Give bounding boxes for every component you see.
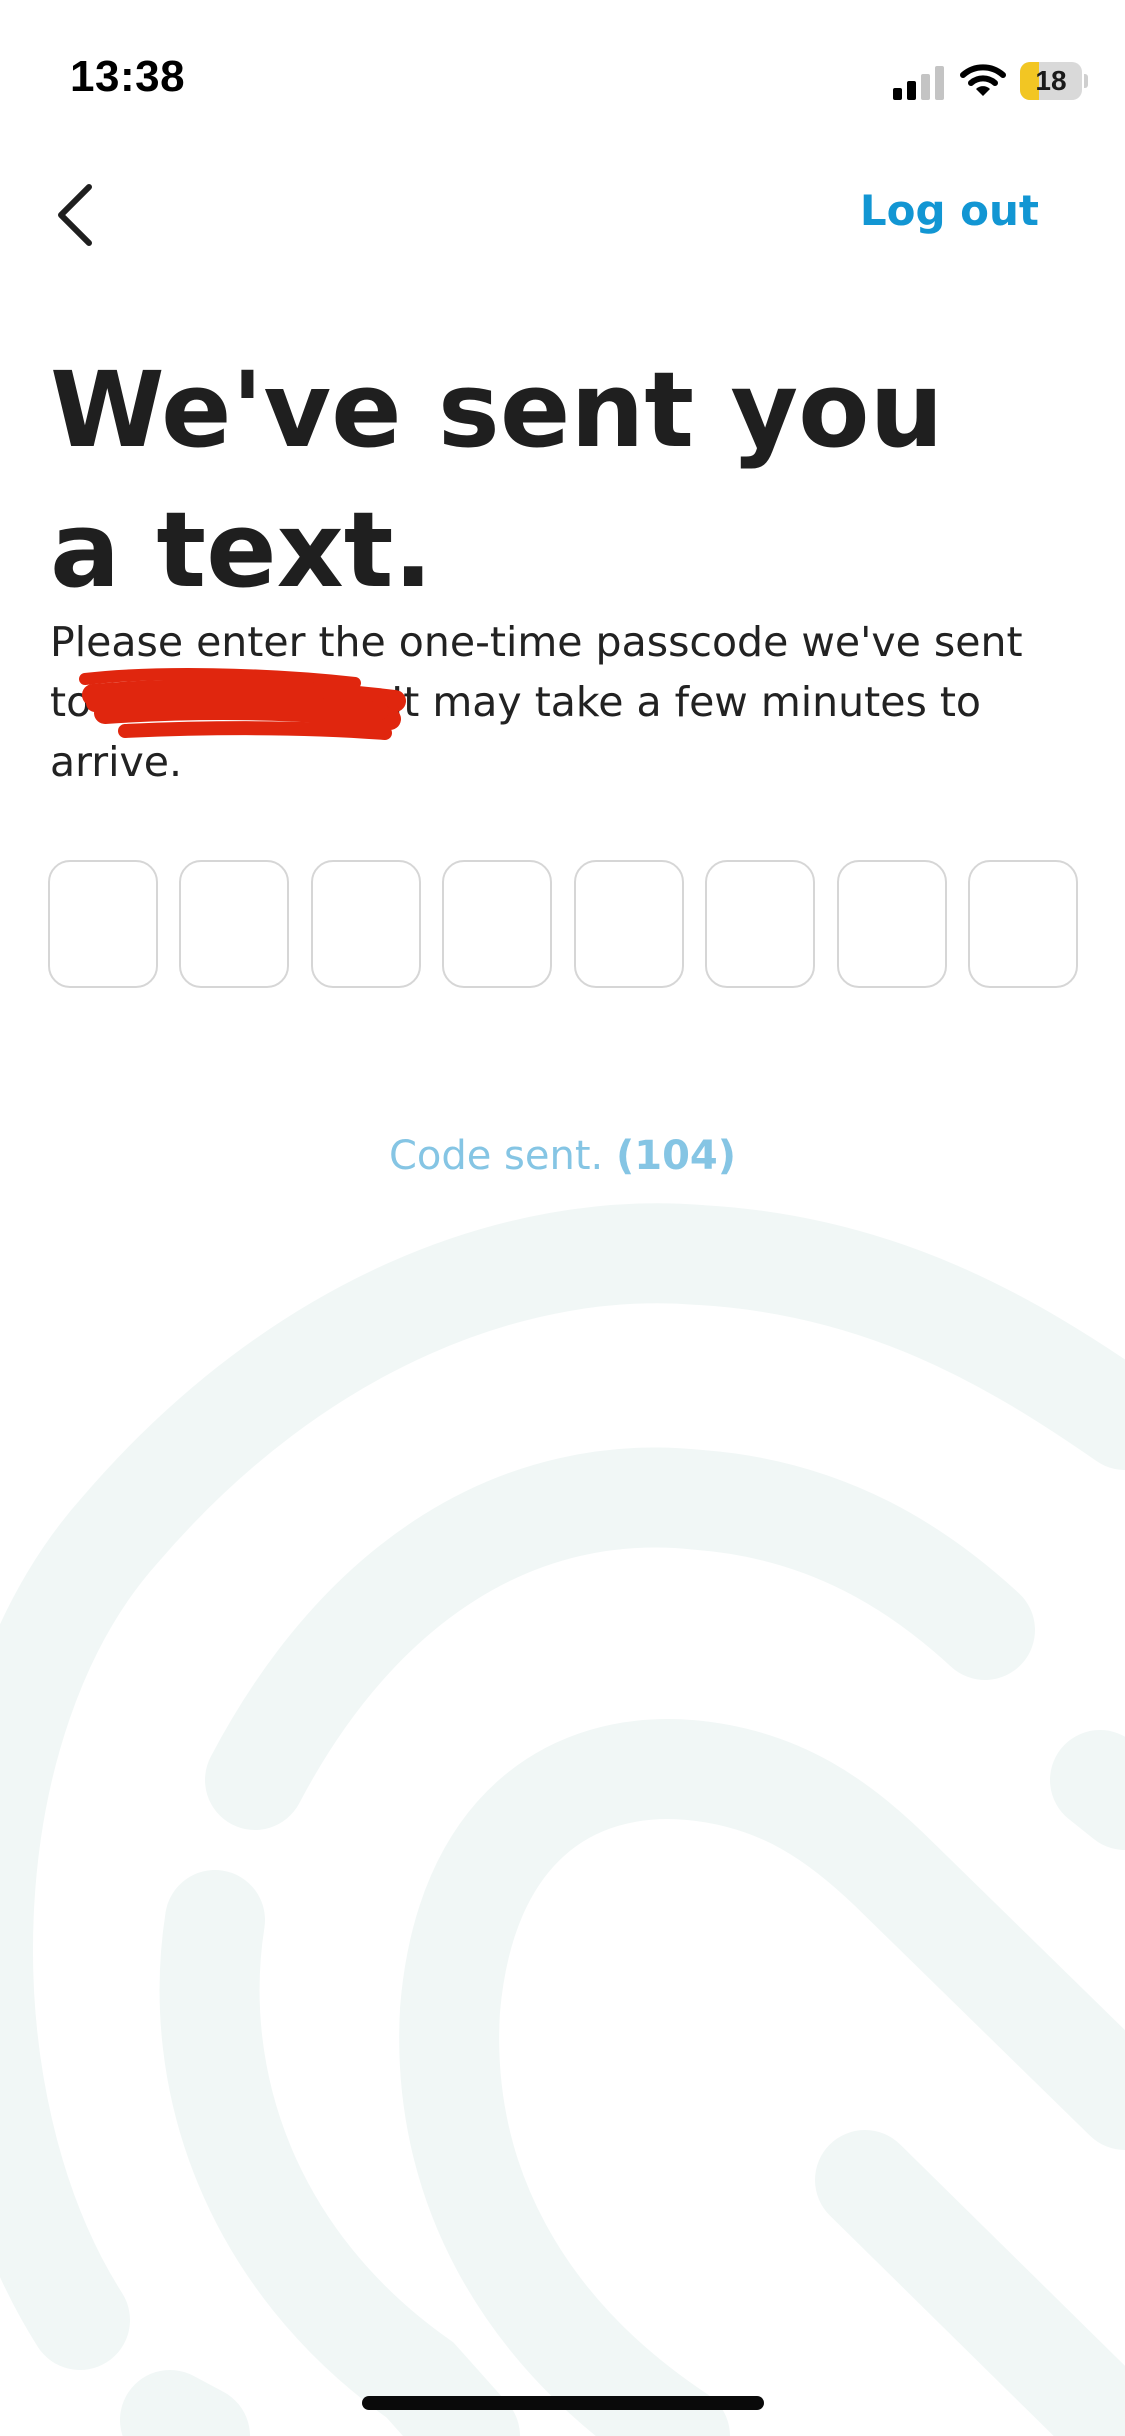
passcode-digit-4[interactable] — [442, 860, 553, 988]
status-bar: 13:38 18 — [0, 0, 1125, 150]
passcode-digit-7[interactable] — [836, 860, 947, 988]
battery-cap — [1084, 74, 1088, 88]
battery-body: 18 — [1020, 62, 1082, 100]
passcode-digit-6[interactable] — [705, 860, 816, 988]
code-sent-status: Code sent. (104) — [0, 1133, 1125, 1179]
battery-indicator: 18 — [1020, 62, 1088, 100]
passcode-digit-1[interactable] — [48, 860, 158, 988]
back-button[interactable] — [30, 170, 120, 260]
passcode-digit-2[interactable] — [179, 860, 290, 988]
page-title-line-1: We've sent you — [50, 349, 944, 471]
cellular-signal-icon — [893, 66, 944, 100]
passcode-input-group — [48, 860, 1078, 992]
passcode-digit-5[interactable] — [573, 860, 684, 988]
home-indicator — [362, 2396, 764, 2410]
logout-button[interactable]: Log out — [860, 186, 1039, 235]
redacted-phone-number — [79, 668, 407, 740]
resend-countdown: (104) — [615, 1133, 737, 1179]
page-title: We've sent you a text. — [50, 340, 1050, 620]
redaction-scribble — [79, 668, 407, 740]
passcode-digit-3[interactable] — [310, 860, 421, 988]
passcode-digit-8[interactable] — [967, 860, 1078, 988]
battery-level: 18 — [1035, 65, 1067, 96]
status-time: 13:38 — [70, 52, 186, 101]
page-title-line-2: a text. — [50, 489, 433, 611]
wifi-icon — [960, 64, 1006, 96]
code-sent-label: Code sent. — [388, 1133, 604, 1179]
instructions-text: Please enter the one-time passcode we've… — [50, 612, 1070, 792]
chevron-left-icon — [58, 184, 92, 246]
verification-screen: 13:38 18 Log out We've sent you a text. … — [0, 0, 1125, 2436]
